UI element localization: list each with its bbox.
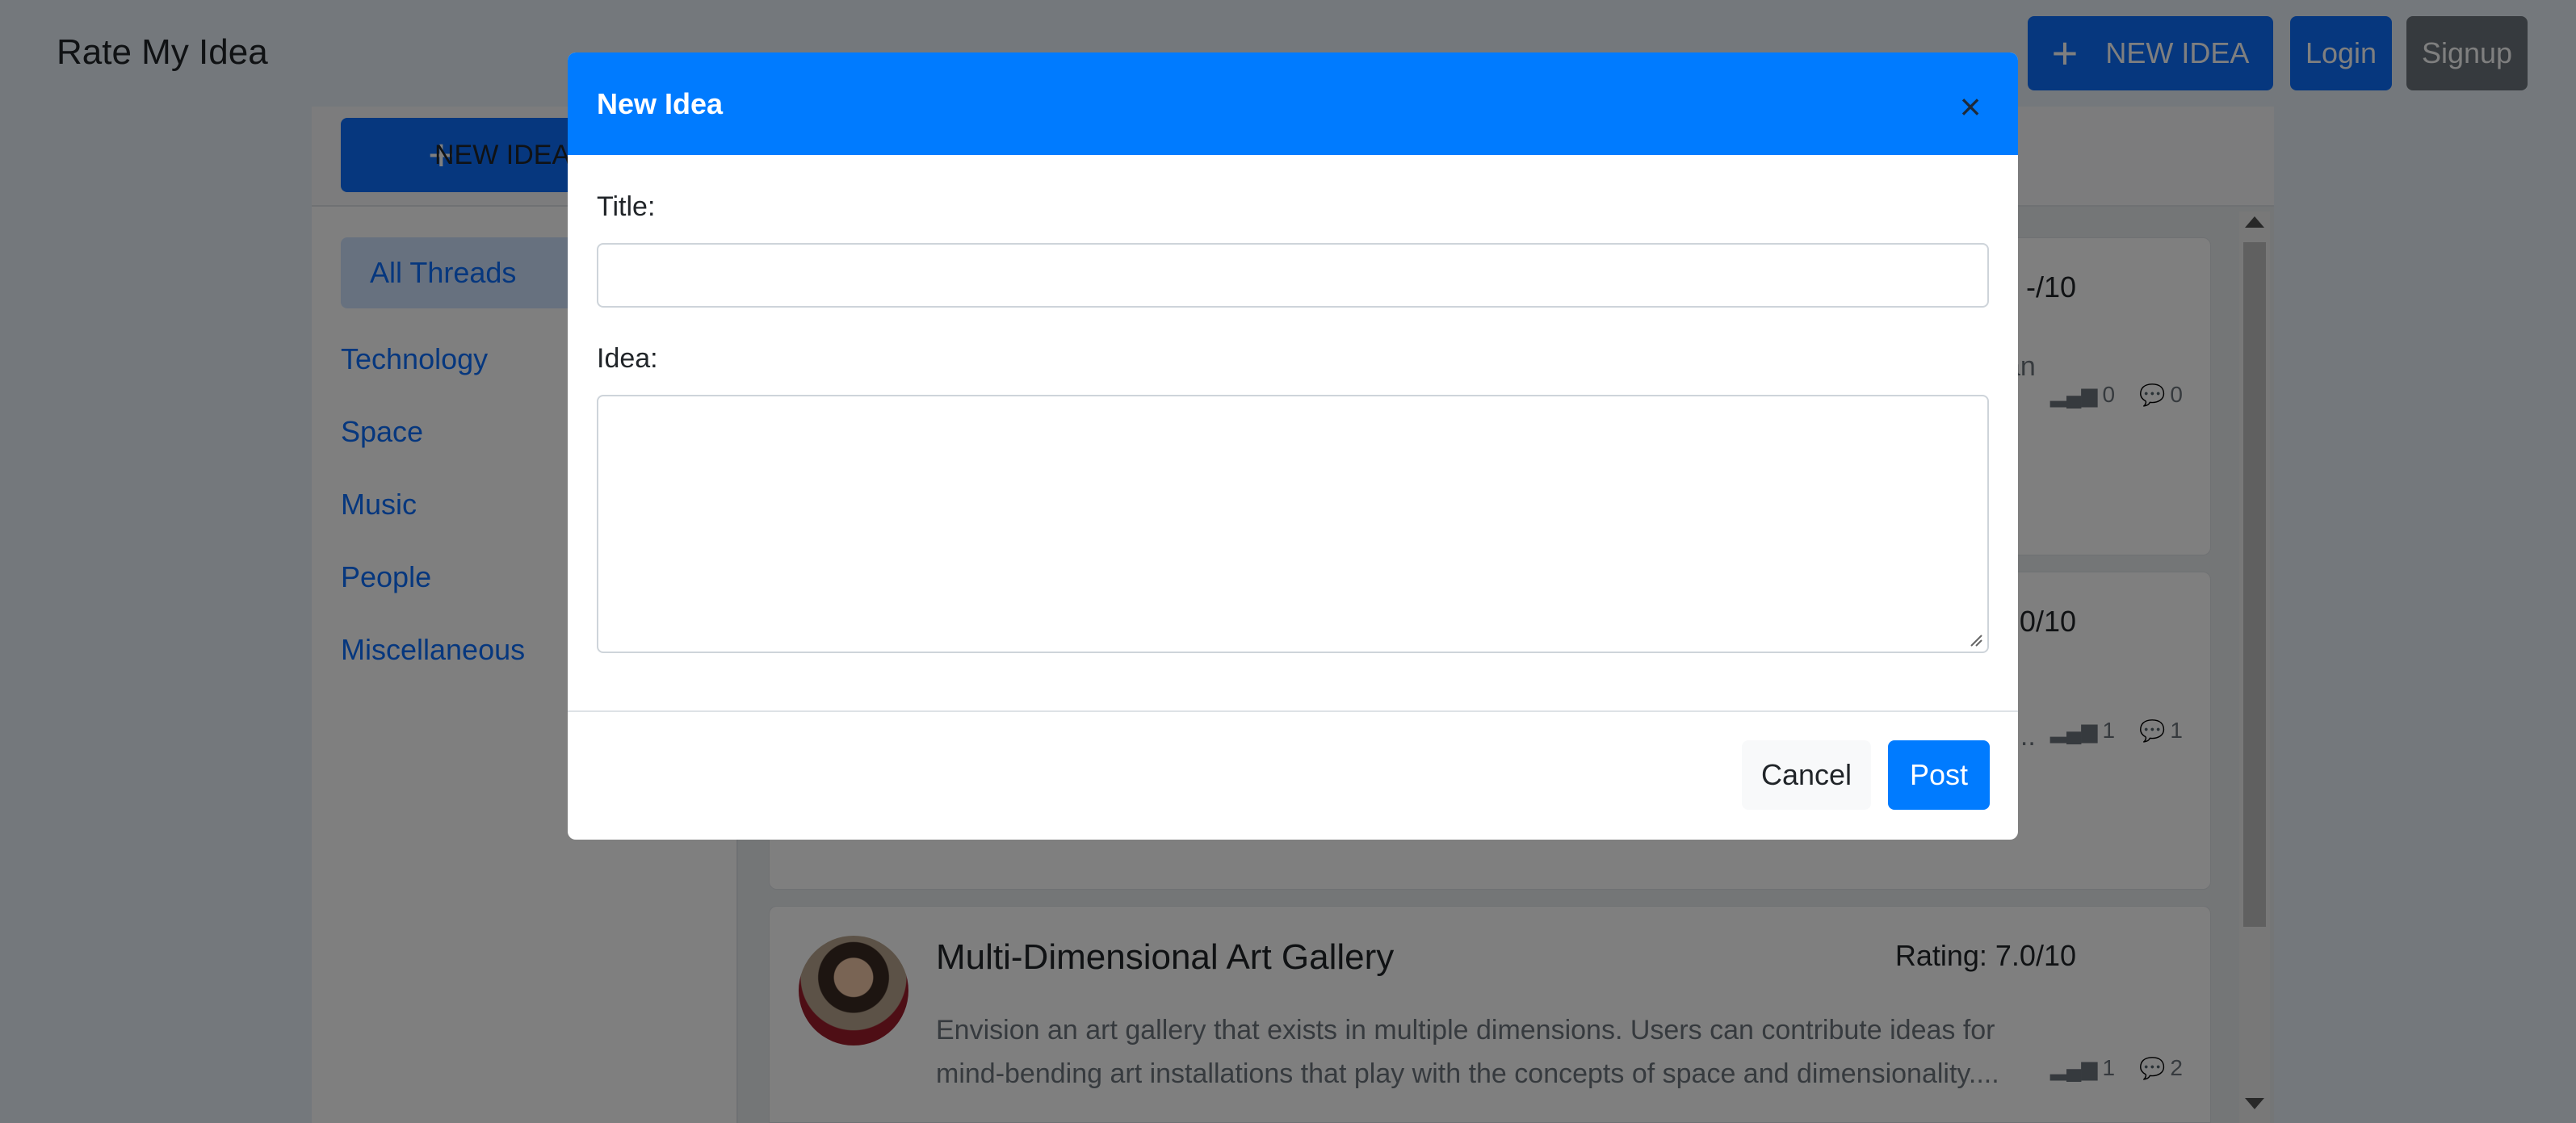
close-icon[interactable]: × [1955,88,1986,125]
modal-title: New Idea [597,87,724,120]
new-idea-modal: New Idea × Title: Idea: Cancel Post [568,52,2018,840]
cancel-button[interactable]: Cancel [1742,740,1871,810]
post-button[interactable]: Post [1888,740,1990,810]
idea-label: Idea: [597,343,658,374]
modal-header: New Idea × [568,52,2018,155]
title-input[interactable] [597,243,1989,308]
idea-textarea[interactable] [597,395,1989,653]
title-label: Title: [597,191,656,222]
modal-footer-divider [568,710,2018,712]
resize-handle-icon[interactable] [1968,632,1982,647]
